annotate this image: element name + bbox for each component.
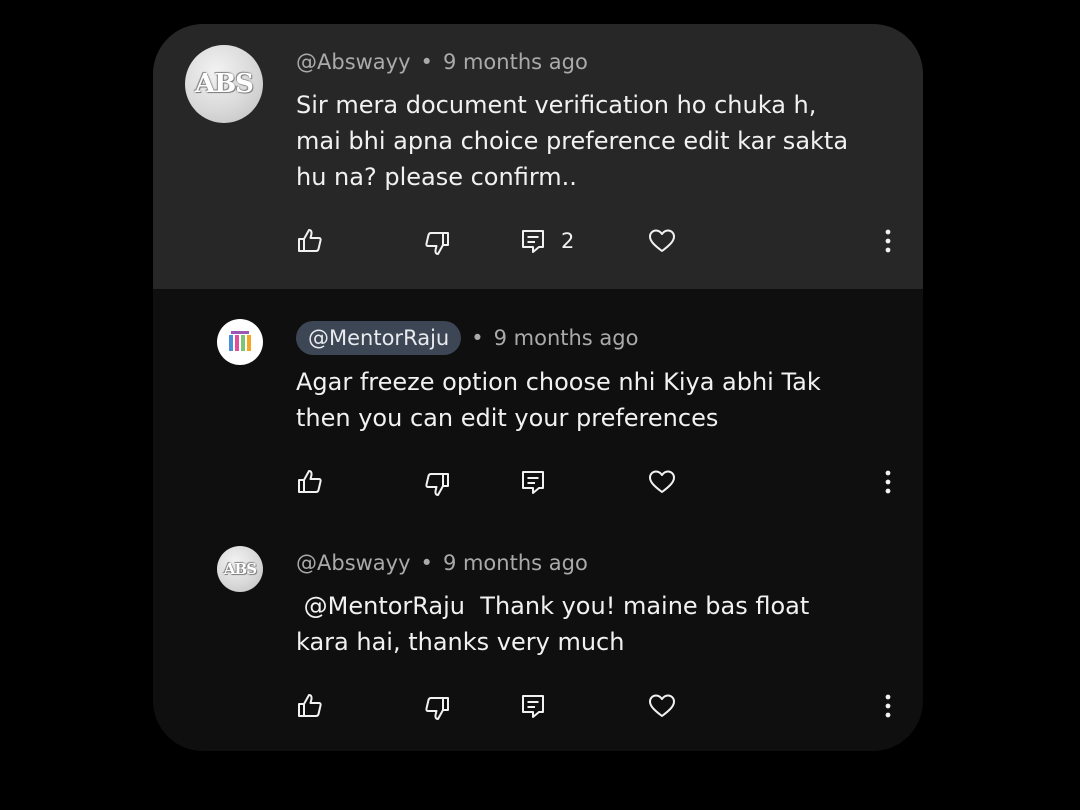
dislike-button[interactable] [423, 688, 451, 728]
comment-actions [153, 686, 923, 726]
more-options-button[interactable] [874, 686, 902, 726]
separator-dot: • [471, 326, 484, 350]
comment-author[interactable]: @Abswayy [296, 551, 411, 575]
thumbs-up-icon [298, 470, 322, 493]
comments-card: ABS @Abswayy • 9 months ago Sir mera doc… [153, 24, 923, 751]
reply-button[interactable]: 2 [519, 221, 574, 261]
thumbs-down-icon [425, 697, 449, 720]
comment-text: Sir mera document verification ho chuka … [296, 91, 849, 191]
comment-actions [153, 462, 923, 502]
more-vertical-icon [885, 470, 891, 494]
avatar-logo-text: ABS [223, 560, 257, 578]
reply-count: 2 [561, 229, 575, 253]
comment-timestamp: 9 months ago [493, 326, 639, 350]
heart-icon [649, 470, 675, 493]
more-options-button[interactable] [874, 462, 902, 502]
avatar[interactable] [217, 319, 263, 365]
avatar[interactable]: ABS [185, 45, 263, 123]
comment-meta: @Abswayy • 9 months ago [296, 551, 588, 575]
thumbs-down-icon [425, 473, 449, 496]
thumbs-up-icon [298, 694, 322, 717]
comment-actions: 2 [153, 221, 923, 261]
like-button[interactable] [296, 221, 324, 261]
heart-button[interactable] [648, 686, 676, 726]
mentor-logo-icon [229, 331, 251, 351]
comment-text: @MentorRaju Thank you! maine bas float k… [296, 592, 810, 656]
like-button[interactable] [296, 462, 324, 502]
comment-text: Agar freeze option choose nhi Kiya abhi … [296, 368, 821, 432]
thumbs-up-icon [298, 229, 322, 252]
comment-timestamp: 9 months ago [442, 50, 588, 74]
heart-icon [649, 229, 675, 252]
comment-meta: @MentorRaju • 9 months ago [296, 321, 638, 355]
avatar-logo-text: ABS [195, 69, 254, 99]
comment-icon [522, 230, 544, 253]
avatar[interactable]: ABS [217, 546, 263, 592]
comment-timestamp: 9 months ago [442, 551, 588, 575]
dislike-button[interactable] [423, 223, 451, 263]
more-vertical-icon [885, 229, 891, 253]
like-button[interactable] [296, 686, 324, 726]
reply-button[interactable] [519, 462, 547, 502]
more-options-button[interactable] [874, 221, 902, 261]
heart-button[interactable] [648, 462, 676, 502]
separator-dot: • [420, 50, 433, 74]
comment-icon [522, 471, 544, 494]
heart-button[interactable] [648, 221, 676, 261]
more-vertical-icon [885, 694, 891, 718]
comment-author[interactable]: @Abswayy [296, 50, 411, 74]
heart-icon [649, 694, 675, 717]
creator-handle-badge[interactable]: @MentorRaju [296, 321, 462, 355]
dislike-button[interactable] [423, 464, 451, 504]
comment-icon [522, 695, 544, 718]
comment-meta: @Abswayy • 9 months ago [296, 50, 588, 74]
reply-button[interactable] [519, 686, 547, 726]
separator-dot: • [420, 551, 433, 575]
thumbs-down-icon [425, 232, 449, 255]
